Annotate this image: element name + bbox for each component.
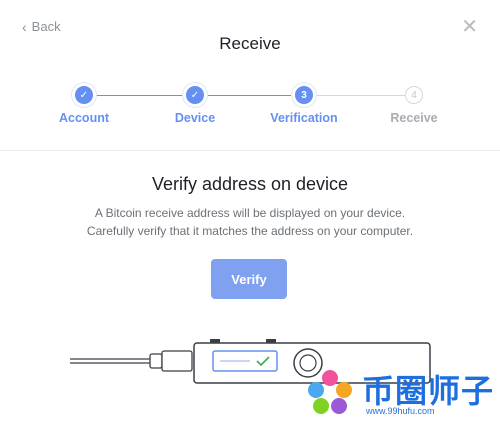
usb-cable: [70, 350, 193, 372]
step-label-account: Account: [59, 111, 109, 125]
step-3-indicator: 3: [295, 86, 313, 104]
step-label-receive: Receive: [390, 111, 438, 125]
step-1-check-icon: ✓: [75, 86, 93, 104]
back-label: Back: [31, 19, 61, 34]
step-label-device: Device: [174, 111, 216, 125]
step-connector-2: [195, 95, 304, 96]
step-connector-1: [84, 95, 195, 96]
step-connector-3: [304, 95, 414, 96]
step-4-indicator: 4: [405, 86, 423, 104]
chevron-left-icon: ‹: [22, 18, 27, 35]
watermark-url: www.99hufu.com: [366, 406, 435, 416]
step-label-verification: Verification: [270, 111, 338, 125]
verify-description: A Bitcoin receive address will be displa…: [0, 204, 500, 240]
divider: [0, 150, 500, 151]
back-button[interactable]: ‹ Back: [22, 19, 61, 34]
description-line-2: Carefully verify that it matches the add…: [86, 224, 414, 238]
page-title: Receive: [219, 34, 281, 53]
description-line-1: A Bitcoin receive address will be displa…: [94, 206, 406, 220]
verify-button[interactable]: Verify: [211, 259, 287, 299]
step-2-check-icon: ✓: [186, 86, 204, 104]
stepper: ✓ ✓ 3 4 Account Device Verification Rece…: [0, 86, 500, 136]
watermark-logo: 币圈师子 www.99hufu.com: [300, 364, 500, 422]
flower-logo-icon: [308, 370, 352, 414]
verify-heading: Verify address on device: [151, 174, 349, 194]
